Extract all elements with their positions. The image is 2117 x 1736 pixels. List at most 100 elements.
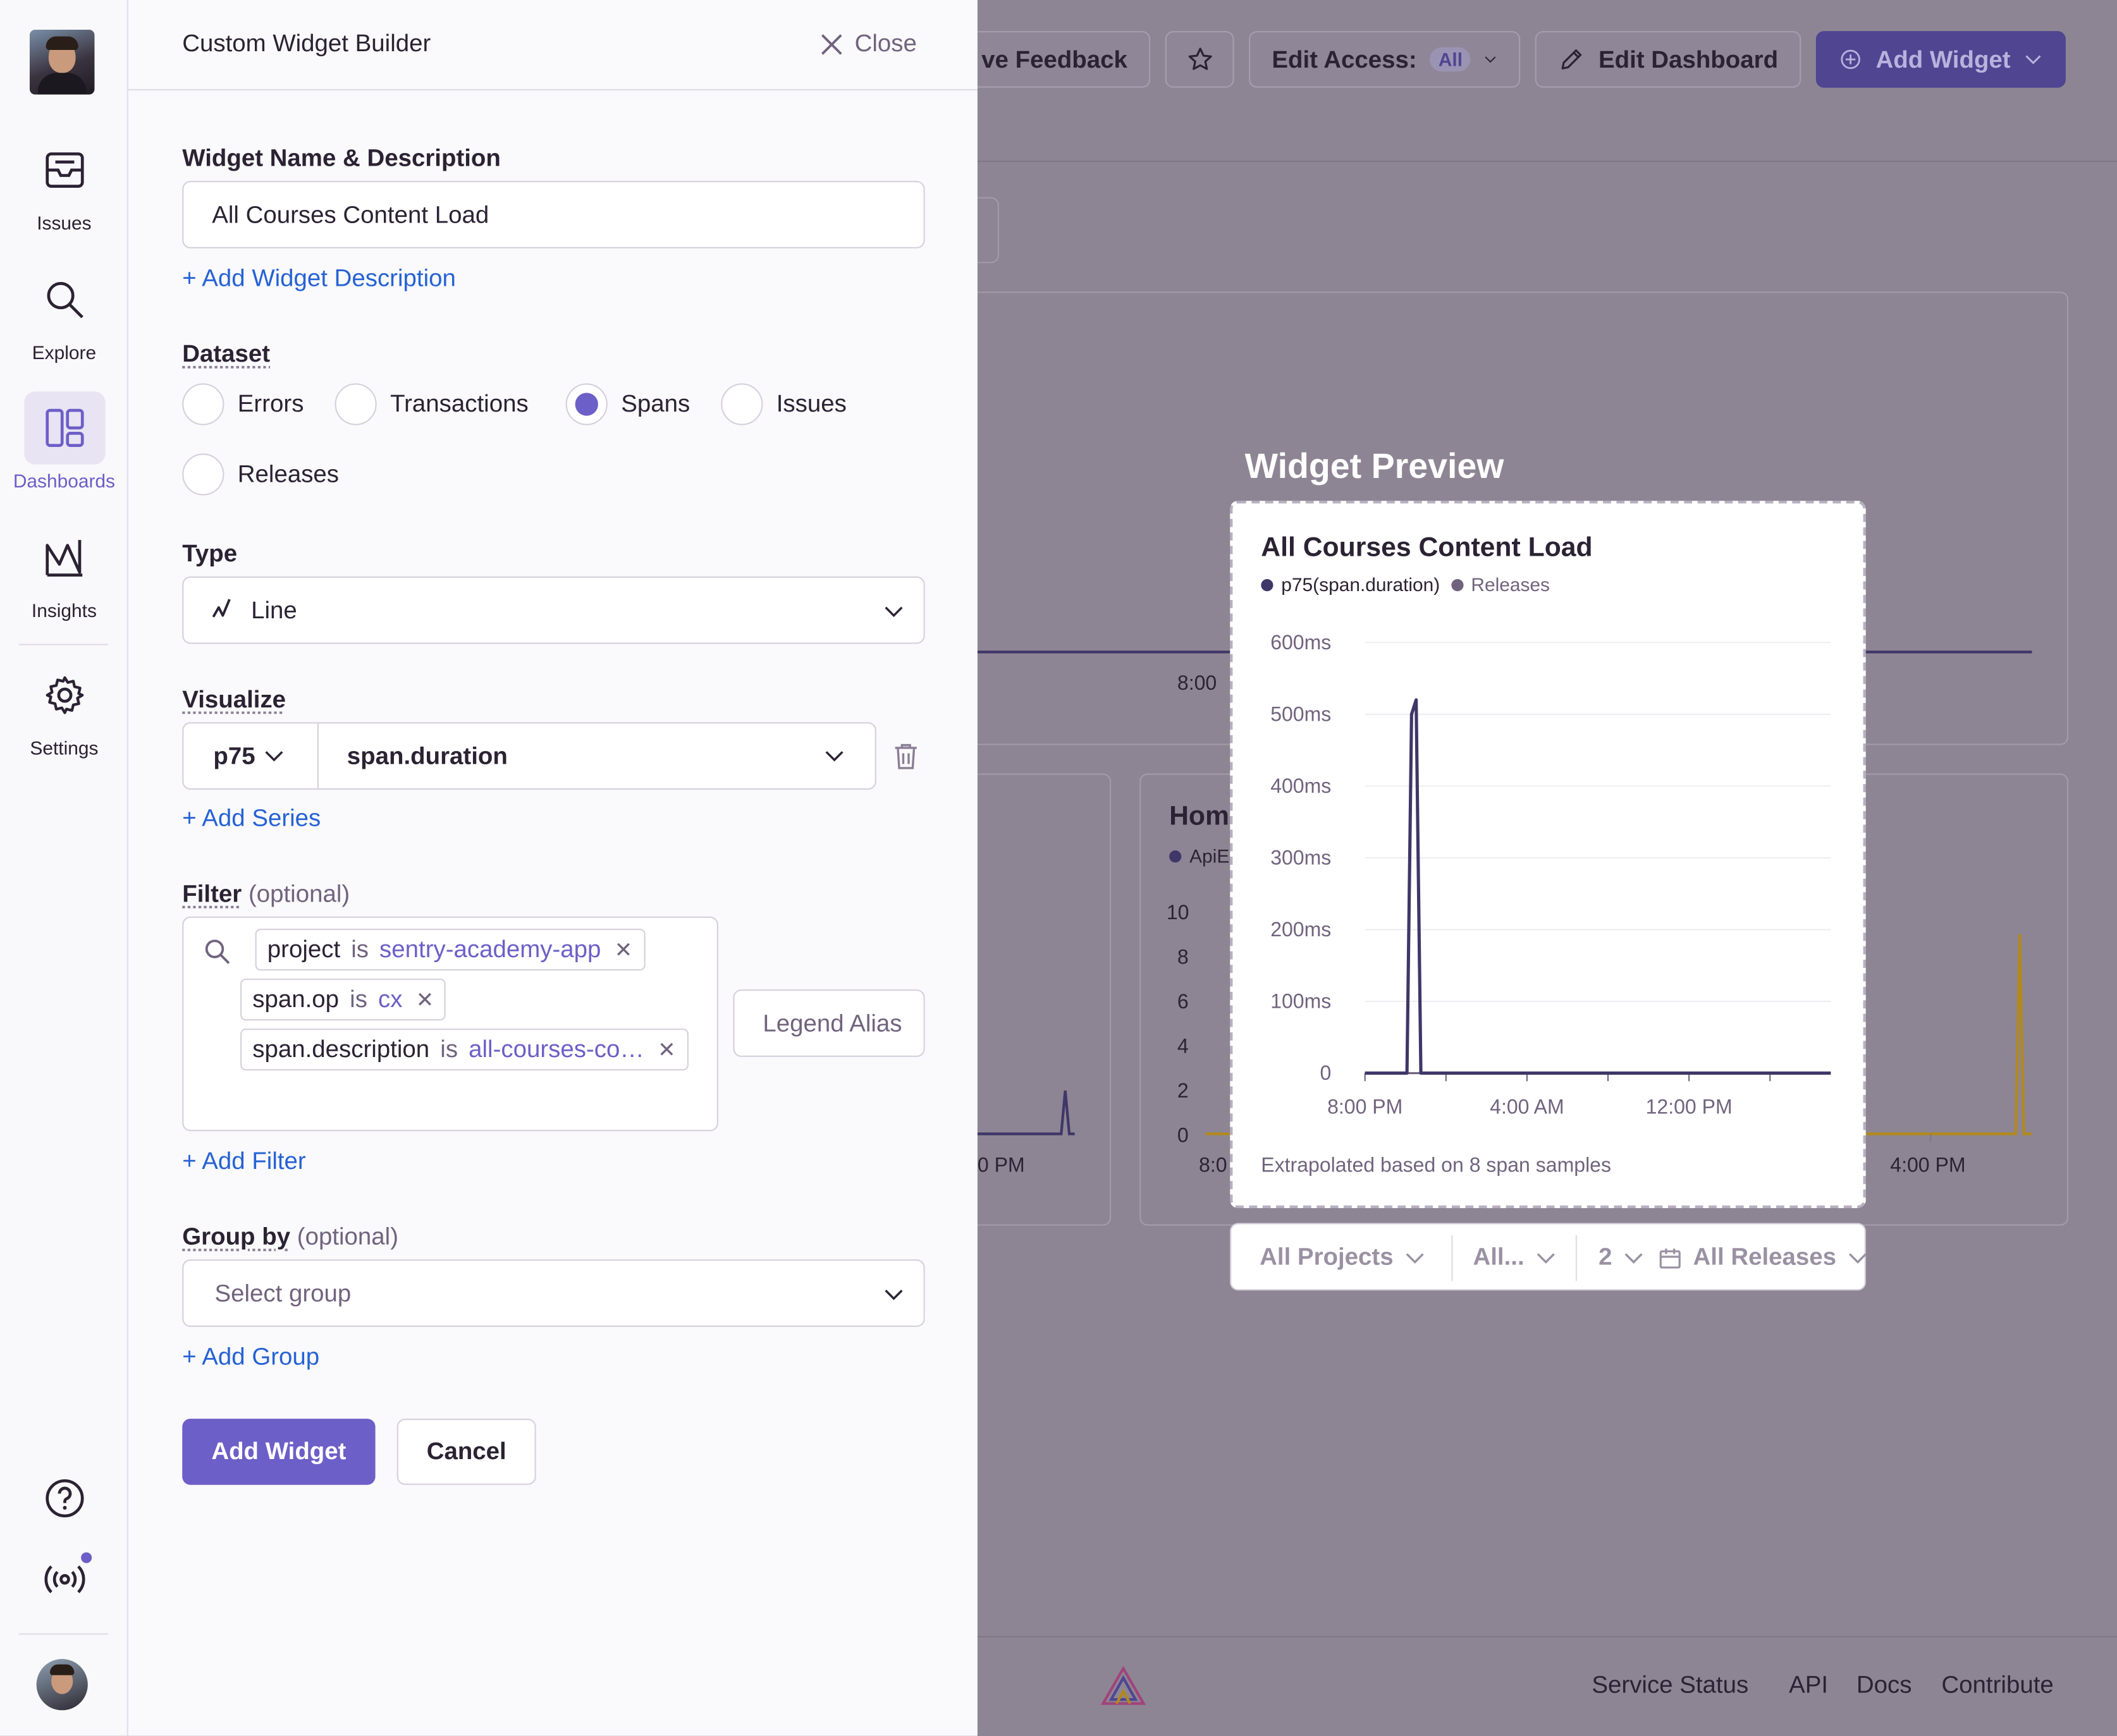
chevron-down-icon — [825, 751, 844, 762]
preview-widget-title: All Courses Content Load — [1261, 533, 1593, 563]
widget-name-input[interactable]: All Courses Content Load — [182, 181, 925, 248]
x-tick-label: 8:00 PM — [1327, 1096, 1402, 1118]
edit-access-button[interactable]: Edit Access: All — [1249, 31, 1521, 88]
preview-filter-bar: All Projects All... 2 All Releases — [1230, 1223, 1868, 1291]
preview-footnote: Extrapolated based on 8 span samples — [1261, 1154, 1612, 1177]
search-icon — [205, 939, 230, 964]
app-root: ve Feedback Edit Access: All Edit Dashbo… — [0, 0, 2117, 1736]
y-tick-label: 200ms — [1270, 918, 1331, 941]
insights-icon — [45, 540, 82, 577]
bg-ytick: 8 — [1177, 946, 1189, 970]
close-button[interactable]: Close — [819, 30, 917, 58]
add-widget-button[interactable]: Add Widget — [182, 1419, 376, 1485]
dataset-radio-issues[interactable]: Issues — [721, 383, 847, 425]
add-filter-link[interactable]: + Add Filter — [182, 1147, 305, 1176]
avatar-hair — [50, 1664, 75, 1675]
radio-circle — [334, 383, 377, 425]
y-tick-label: 0 — [1320, 1061, 1331, 1084]
field-select[interactable]: span.duration — [319, 723, 875, 788]
sidebar-item-explore[interactable]: Explore — [0, 263, 128, 363]
sidebar-item-settings[interactable]: Settings — [0, 659, 128, 759]
add-group-link[interactable]: + Add Group — [182, 1343, 319, 1372]
footer-link-contribute[interactable]: Contribute — [1941, 1671, 2053, 1699]
sidebar-item-label: Explore — [32, 341, 97, 364]
add-circle-icon — [1841, 49, 1860, 70]
org-avatar[interactable] — [29, 29, 95, 95]
filter-token-span-op[interactable]: span.op is cx ✕ — [240, 979, 446, 1021]
widget-preview-heading: Widget Preview — [1244, 445, 1504, 486]
footer-divider — [977, 1635, 2117, 1637]
dashboards-icon — [45, 408, 83, 447]
broadcasts-button[interactable] — [0, 1562, 128, 1597]
bg-tick: 8:0 — [1199, 1154, 1227, 1177]
name-section-label: Widget Name & Description — [182, 144, 501, 172]
gear-icon — [45, 676, 83, 714]
y-tick-label: 500ms — [1270, 703, 1331, 726]
remove-filter-icon[interactable]: ✕ — [615, 936, 633, 963]
bg-ytick: 0 — [1177, 1124, 1189, 1147]
dataset-radio-spans[interactable]: Spans — [565, 383, 690, 425]
legend-dot — [1261, 578, 1273, 591]
search-icon — [46, 282, 83, 319]
filter-token-project[interactable]: project is sentry-academy-app ✕ — [255, 929, 645, 971]
sidebar-item-label: Insights — [31, 599, 97, 621]
chevron-down-icon — [1537, 1252, 1555, 1263]
legend-alias-input[interactable]: Legend Alias — [733, 989, 925, 1057]
y-tick-label: 400ms — [1270, 774, 1331, 797]
group-by-select[interactable]: Select group — [182, 1259, 925, 1327]
star-button[interactable] — [1165, 31, 1234, 88]
add-description-link[interactable]: + Add Widget Description — [182, 264, 456, 293]
sidebar-item-issues[interactable]: Issues — [0, 133, 128, 233]
sidebar-item-label: Issues — [37, 212, 92, 234]
bg-ytick: 6 — [1177, 991, 1189, 1014]
divider — [1451, 1235, 1453, 1281]
star-icon — [1187, 47, 1212, 70]
cancel-button[interactable]: Cancel — [396, 1419, 536, 1485]
sidebar-item-insights[interactable]: Insights — [0, 521, 128, 621]
footer-link-api[interactable]: API — [1789, 1671, 1828, 1699]
series-line — [1365, 698, 1831, 1075]
bg-ytick: 10 — [1166, 902, 1189, 925]
broadcast-icon — [44, 1565, 85, 1594]
bg-legend: ApiE — [1169, 845, 1229, 867]
chevron-down-icon — [1406, 1252, 1424, 1263]
filter-token-span-description[interactable]: span.description is all-courses-co… ✕ — [240, 1029, 688, 1071]
remove-filter-icon[interactable]: ✕ — [416, 986, 434, 1013]
close-icon — [821, 34, 842, 54]
visualize-label: Visualize — [182, 685, 286, 713]
preview-legend: p75(span.duration) Releases — [1261, 573, 1550, 596]
chart-type-select[interactable]: Line — [182, 576, 925, 644]
footer-link-docs[interactable]: Docs — [1856, 1671, 1912, 1699]
chevron-down-icon — [885, 1290, 903, 1300]
footer-link-service-status[interactable]: Service Status — [1592, 1671, 1748, 1699]
dataset-radio-releases[interactable]: Releases — [182, 453, 339, 496]
dataset-radio-transactions[interactable]: Transactions — [334, 383, 529, 425]
aggregate-select[interactable]: p75 — [183, 723, 319, 788]
avatar-hair — [46, 36, 78, 51]
add-series-link[interactable]: + Add Series — [182, 805, 321, 833]
y-tick-label: 300ms — [1270, 847, 1331, 869]
release-filter[interactable]: All Releases — [1658, 1244, 1868, 1272]
remove-filter-icon[interactable]: ✕ — [658, 1036, 676, 1063]
panel-title: Custom Widget Builder — [182, 29, 431, 57]
trash-icon[interactable] — [894, 742, 918, 769]
legend-dot — [1169, 850, 1182, 862]
bg-widget-title: Hom — [1169, 802, 1229, 832]
filter-label: Filter (optional) — [182, 880, 350, 907]
legend-item-series: p75(span.duration) — [1281, 573, 1440, 596]
sidebar-item-dashboards[interactable]: Dashboards — [0, 391, 128, 491]
sentry-logo-icon — [1100, 1665, 1146, 1705]
add-widget-top-button[interactable]: Add Widget — [1815, 31, 2066, 88]
radio-circle — [182, 453, 224, 496]
user-avatar[interactable] — [36, 1659, 88, 1711]
type-label: Type — [182, 540, 238, 567]
help-button[interactable] — [0, 1478, 128, 1519]
header-divider — [977, 161, 2117, 162]
edit-dashboard-button[interactable]: Edit Dashboard — [1535, 31, 1801, 88]
period-filter[interactable]: 2 — [1598, 1244, 1645, 1272]
x-tick-label: 4:00 AM — [1490, 1096, 1564, 1118]
filter-search-box[interactable]: project is sentry-academy-app ✕ span.op is cx… — [182, 916, 718, 1132]
environment-filter[interactable]: All... — [1473, 1244, 1557, 1272]
dataset-radio-errors[interactable]: Errors — [182, 383, 304, 425]
project-filter[interactable]: All Projects — [1260, 1244, 1426, 1272]
